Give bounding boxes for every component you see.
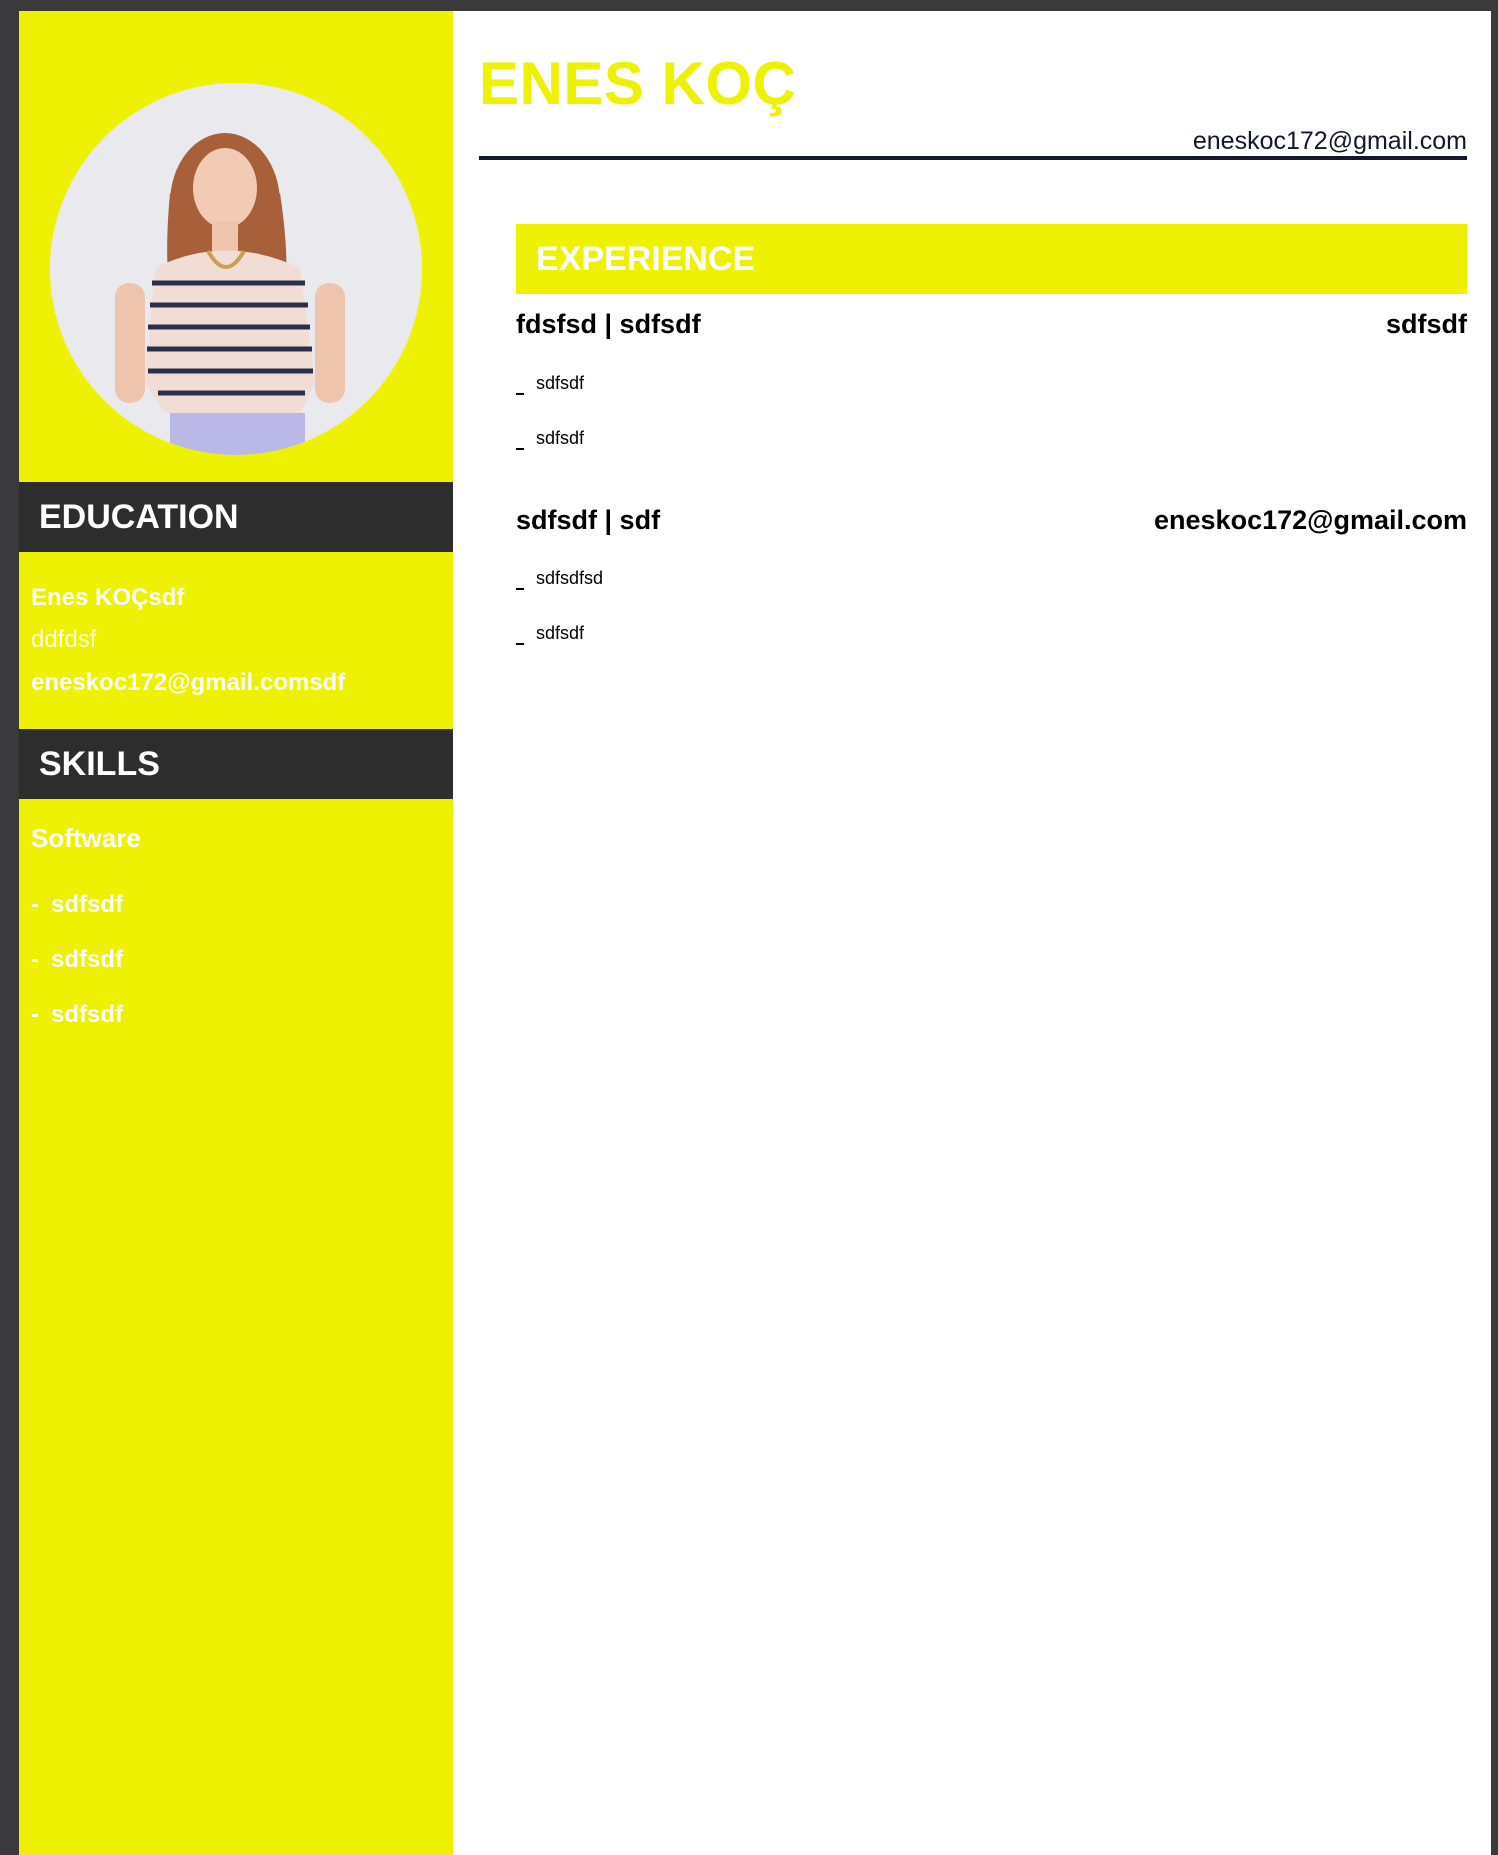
job-right-text: eneskoc172@gmail.com — [1154, 505, 1467, 535]
resume-page: EDUCATION Enes KOÇsdf ddfdsf eneskoc172@… — [19, 11, 1491, 1855]
skill-category: Software — [31, 823, 141, 853]
profile-photo — [50, 83, 422, 455]
header-email: eneskoc172@gmail.com — [1192, 127, 1467, 155]
header-divider — [479, 156, 1467, 160]
job-right-text: sdfsdf — [1386, 309, 1467, 339]
job-bullet: sdfsdf — [516, 373, 584, 395]
job-bullet: sdfsdf — [516, 623, 584, 645]
job-title: fdsfsd | sdfsdf — [516, 309, 701, 339]
skills-heading: SKILLS — [19, 729, 453, 799]
skill-item: - sdfsdf — [31, 891, 123, 918]
education-degree: ddfdsf — [31, 626, 97, 653]
education-heading: EDUCATION — [19, 482, 453, 552]
resume-name: ENES KOÇ — [479, 50, 797, 117]
skill-item: - sdfsdf — [31, 946, 123, 973]
experience-heading: EXPERIENCE — [516, 224, 1467, 294]
job-title: sdfsdf | sdf — [516, 505, 661, 535]
sidebar: EDUCATION Enes KOÇsdf ddfdsf eneskoc172@… — [19, 11, 453, 1855]
education-detail: eneskoc172@gmail.comsdf — [31, 669, 346, 696]
job-bullet: sdfsdfsd — [516, 568, 603, 590]
skill-item: - sdfsdf — [31, 1001, 123, 1028]
job-bullet: sdfsdf — [516, 428, 584, 450]
education-school: Enes KOÇsdf — [31, 584, 185, 611]
